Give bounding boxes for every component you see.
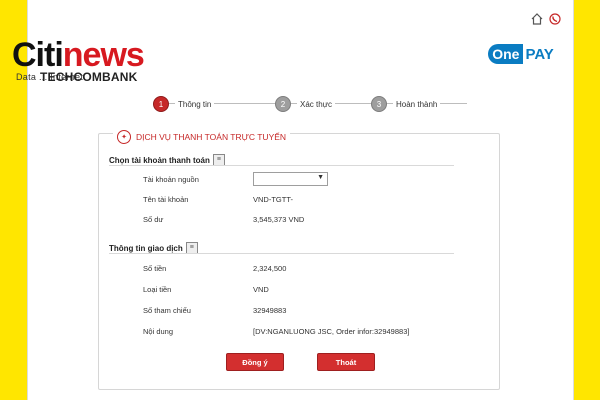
onepay-logo-pay: PAY <box>525 45 554 63</box>
row-account-name: Tên tài khoản VND-TGTT- <box>143 195 473 207</box>
chevron-down-icon: ▼ <box>317 174 324 181</box>
home-icon[interactable] <box>531 12 543 25</box>
amount-label: Số tiền <box>143 264 167 273</box>
step-1: 1 Thông tin <box>153 96 215 112</box>
panel-title-text: DỊCH VỤ THANH TOÁN TRỰC TUYẾN <box>136 132 287 142</box>
content-label: Nội dung <box>143 327 174 336</box>
row-currency: Loại tiền VND <box>143 285 473 297</box>
panel-title: ✦ DỊCH VỤ THANH TOÁN TRỰC TUYẾN <box>113 130 291 144</box>
balance-label: Số dư <box>143 215 164 224</box>
source-account-label: Tài khoản nguồn <box>143 175 199 184</box>
phone-icon[interactable] <box>549 12 561 25</box>
row-amount: Số tiền 2,324,500 <box>143 264 473 276</box>
currency-label: Loại tiền <box>143 285 172 294</box>
watermark-logo-left: Citi <box>12 36 64 74</box>
onepay-logo-one: One <box>488 44 524 64</box>
amount-value: 2,324,500 <box>253 264 287 273</box>
step-label: Xác thực <box>297 99 336 109</box>
exit-button[interactable]: Thoát <box>317 353 375 371</box>
source-account-select[interactable]: ▼ <box>253 172 328 186</box>
divider <box>109 165 454 166</box>
agree-button[interactable]: Đồng ý <box>226 353 284 371</box>
balance-value: 3,545,373 VND <box>253 215 305 224</box>
row-balance: Số dư 3,545,373 VND <box>143 215 473 227</box>
top-icons <box>531 12 561 25</box>
account-name-value: VND-TGTT- <box>253 195 293 204</box>
bank-seal-icon: ✦ <box>117 130 131 144</box>
progress-steps: 1 Thông tin 2 Xác thực 3 Hoàn thành <box>153 96 483 112</box>
account-name-label: Tên tài khoản <box>143 195 189 204</box>
divider <box>109 253 454 254</box>
watermark-logo-right: news <box>62 36 145 74</box>
section-account-title: Chọn tài khoản thanh toán <box>109 155 210 165</box>
watermark-logo: Citinews <box>12 36 145 74</box>
row-reference: Số tham chiếu 32949883 <box>143 306 473 318</box>
onepay-logo: One PAY <box>483 42 559 66</box>
techcombank-logo: TECHCOMBANK <box>40 70 138 84</box>
step-3: 3 Hoàn thành <box>371 96 441 112</box>
currency-value: VND <box>253 285 269 294</box>
row-source-account: Tài khoản nguồn ▼ <box>143 172 473 187</box>
section-transaction-title: Thông tin giao dịch <box>109 243 183 253</box>
step-number: 2 <box>275 96 291 112</box>
reference-value: 32949883 <box>253 306 287 315</box>
step-label: Hoàn thành <box>393 99 441 109</box>
step-number: 1 <box>153 96 169 112</box>
payment-panel: ✦ DỊCH VỤ THANH TOÁN TRỰC TUYẾN Chọn tài… <box>98 130 500 390</box>
row-content: Nội dung [DV:NGANLUONG JSC, Order infor:… <box>143 327 473 339</box>
step-number: 3 <box>371 96 387 112</box>
step-2: 2 Xác thực <box>275 96 336 112</box>
content-value: [DV:NGANLUONG JSC, Order infor:32949883] <box>253 327 410 336</box>
step-label: Thông tin <box>175 99 215 109</box>
reference-label: Số tham chiếu <box>143 306 191 315</box>
